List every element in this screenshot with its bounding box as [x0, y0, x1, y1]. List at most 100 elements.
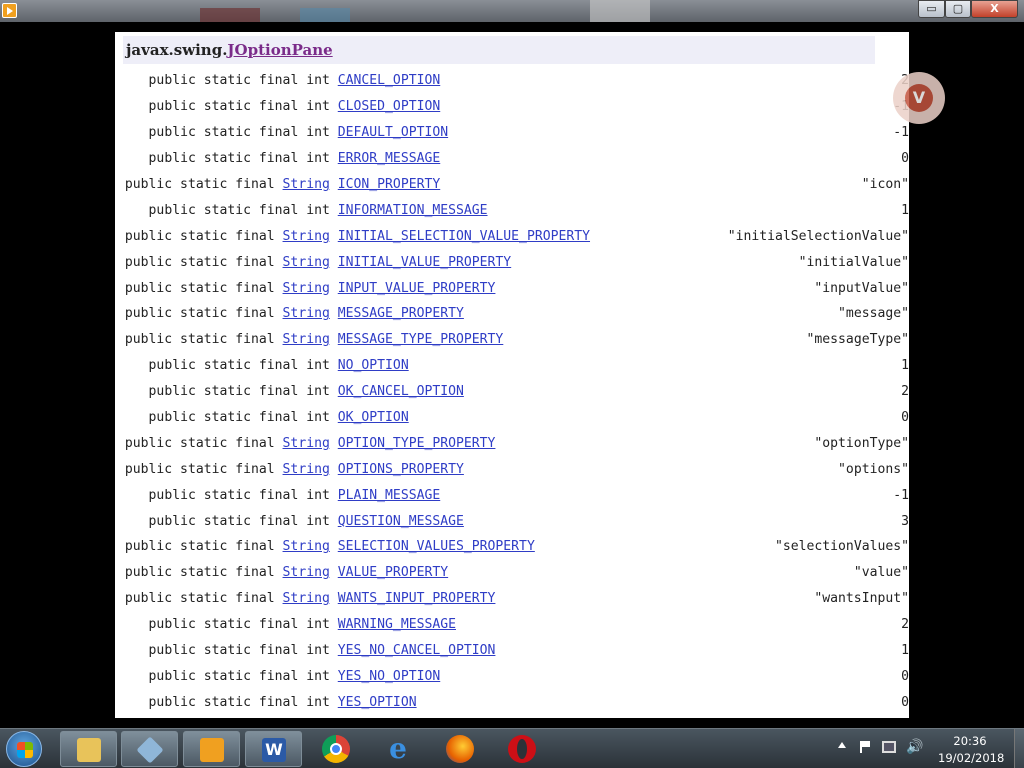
- table-row: public static final int NO_OPTION 1: [123, 353, 909, 379]
- modifier-text: public static final: [124, 461, 275, 477]
- modifier-text: public static final int: [148, 73, 330, 89]
- internet-explorer-icon[interactable]: e: [384, 735, 412, 763]
- table-row: public static final int YES_NO_OPTION 0: [123, 663, 909, 689]
- field-name-link[interactable]: DEFAULT_OPTION: [338, 125, 448, 140]
- field-name-link[interactable]: INFORMATION_MESSAGE: [338, 203, 488, 218]
- field-name-link[interactable]: WANTS_INPUT_PROPERTY: [338, 591, 496, 606]
- field-name-link[interactable]: MESSAGE_TYPE_PROPERTY: [338, 332, 504, 347]
- field-name-link[interactable]: YES_OPTION: [338, 695, 417, 710]
- clock-date[interactable]: 19/02/2018: [938, 751, 1004, 765]
- field-modifiers: public static final String: [123, 586, 338, 612]
- field-modifiers: public static final String: [123, 172, 338, 198]
- virtualbox-icon: [136, 736, 164, 764]
- chrome-icon[interactable]: [322, 735, 350, 763]
- taskbar-explorer-button[interactable]: [60, 731, 117, 767]
- table-row: public static final String MESSAGE_PROPE…: [123, 301, 909, 327]
- background-window-fragment: [590, 0, 650, 22]
- field-name-link[interactable]: ICON_PROPERTY: [338, 177, 440, 192]
- field-name-link[interactable]: OPTIONS_PROPERTY: [338, 462, 464, 477]
- table-row: public static final String INITIAL_VALUE…: [123, 249, 909, 275]
- firefox-icon[interactable]: [446, 735, 474, 763]
- table-row: public static final int DEFAULT_OPTION -1: [123, 120, 909, 146]
- field-name-link[interactable]: QUESTION_MESSAGE: [338, 514, 464, 529]
- field-value: -1: [893, 125, 909, 141]
- field-name-link[interactable]: PLAIN_MESSAGE: [338, 488, 440, 503]
- field-modifiers: public static final int: [123, 482, 338, 508]
- taskbar-media-player-button[interactable]: [183, 731, 240, 767]
- opera-icon[interactable]: [508, 735, 536, 763]
- table-row: public static final String WANTS_INPUT_P…: [123, 586, 909, 612]
- class-name-link[interactable]: JOptionPane: [227, 41, 332, 59]
- table-row: public static final int PLAIN_MESSAGE -1: [123, 482, 909, 508]
- field-name-link[interactable]: CANCEL_OPTION: [338, 73, 440, 88]
- field-name-cell: OK_CANCEL_OPTION: [338, 379, 728, 405]
- modifier-text: public static final int: [148, 694, 330, 710]
- field-name-cell: OK_OPTION: [338, 405, 728, 431]
- field-name-cell: INFORMATION_MESSAGE: [338, 197, 728, 223]
- show-desktop-button[interactable]: [1014, 729, 1024, 768]
- action-center-icon[interactable]: [860, 741, 870, 753]
- taskbar-virtualbox-button[interactable]: [121, 731, 178, 767]
- type-link[interactable]: String: [283, 332, 330, 347]
- close-button[interactable]: X: [971, 0, 1018, 18]
- media-player-app-icon: [2, 3, 17, 18]
- taskbar-word-button[interactable]: W: [245, 731, 302, 767]
- field-value: "wantsInput": [814, 591, 909, 607]
- field-name-cell: CANCEL_OPTION: [338, 68, 728, 94]
- type-link[interactable]: String: [283, 177, 330, 192]
- field-modifiers: public static final String: [123, 456, 338, 482]
- type-link[interactable]: String: [283, 539, 330, 554]
- background-window-fragment: [300, 8, 350, 22]
- volume-icon[interactable]: 🔊: [906, 739, 923, 755]
- field-name-link[interactable]: INPUT_VALUE_PROPERTY: [338, 281, 496, 296]
- type-link[interactable]: String: [283, 591, 330, 606]
- field-name-link[interactable]: MESSAGE_PROPERTY: [338, 306, 464, 321]
- modifier-text: public static final int: [148, 513, 330, 529]
- field-modifiers: public static final int: [123, 94, 338, 120]
- field-name-link[interactable]: OK_OPTION: [338, 410, 409, 425]
- modifier-text: public static final: [124, 228, 275, 244]
- minimize-button[interactable]: ▭: [918, 0, 945, 18]
- modifier-text: public static final: [124, 177, 275, 192]
- field-name-cell: DEFAULT_OPTION: [338, 120, 728, 146]
- field-name-link[interactable]: ERROR_MESSAGE: [338, 151, 440, 166]
- field-modifiers: public static final int: [123, 689, 338, 715]
- modifier-text: public static final int: [148, 202, 330, 218]
- clock-time[interactable]: 20:36: [938, 734, 1002, 748]
- type-link[interactable]: String: [283, 565, 330, 580]
- type-link[interactable]: String: [283, 306, 330, 321]
- type-link[interactable]: String: [283, 229, 330, 244]
- field-value: "initialSelectionValue": [727, 228, 909, 244]
- maximize-button[interactable]: ▢: [945, 0, 971, 18]
- field-value: "initialValue": [798, 254, 909, 270]
- field-name-link[interactable]: INITIAL_SELECTION_VALUE_PROPERTY: [338, 229, 590, 244]
- field-name-link[interactable]: VALUE_PROPERTY: [338, 565, 448, 580]
- modifier-text: public static final int: [148, 151, 330, 167]
- type-link[interactable]: String: [283, 255, 330, 270]
- field-name-link[interactable]: CLOSED_OPTION: [338, 99, 440, 114]
- javadoc-constant-values-panel: javax.swing.JOptionPane public static fi…: [115, 32, 909, 718]
- field-name-link[interactable]: OPTION_TYPE_PROPERTY: [338, 436, 496, 451]
- field-name-cell: YES_NO_CANCEL_OPTION: [338, 638, 728, 664]
- show-hidden-icons-icon[interactable]: [838, 742, 846, 748]
- field-name-link[interactable]: WARNING_MESSAGE: [338, 617, 456, 632]
- field-modifiers: public static final int: [123, 405, 338, 431]
- field-name-link[interactable]: OK_CANCEL_OPTION: [338, 384, 464, 399]
- field-name-link[interactable]: NO_OPTION: [338, 358, 409, 373]
- start-button[interactable]: [6, 731, 42, 767]
- network-icon[interactable]: [882, 741, 896, 753]
- field-name-link[interactable]: INITIAL_VALUE_PROPERTY: [338, 255, 511, 270]
- field-name-link[interactable]: SELECTION_VALUES_PROPERTY: [338, 539, 535, 554]
- field-name-link[interactable]: YES_NO_OPTION: [338, 669, 440, 684]
- type-link[interactable]: String: [283, 281, 330, 296]
- field-name-link[interactable]: YES_NO_CANCEL_OPTION: [338, 643, 496, 658]
- field-modifiers: public static final String: [123, 430, 338, 456]
- field-modifiers: public static final int: [123, 120, 338, 146]
- field-value: 0: [901, 694, 909, 710]
- modifier-text: public static final: [124, 306, 275, 322]
- table-row: public static final int INFORMATION_MESS…: [123, 197, 909, 223]
- field-name-cell: MESSAGE_TYPE_PROPERTY: [338, 327, 728, 353]
- field-value: -1: [893, 487, 909, 503]
- type-link[interactable]: String: [283, 436, 330, 451]
- type-link[interactable]: String: [283, 462, 330, 477]
